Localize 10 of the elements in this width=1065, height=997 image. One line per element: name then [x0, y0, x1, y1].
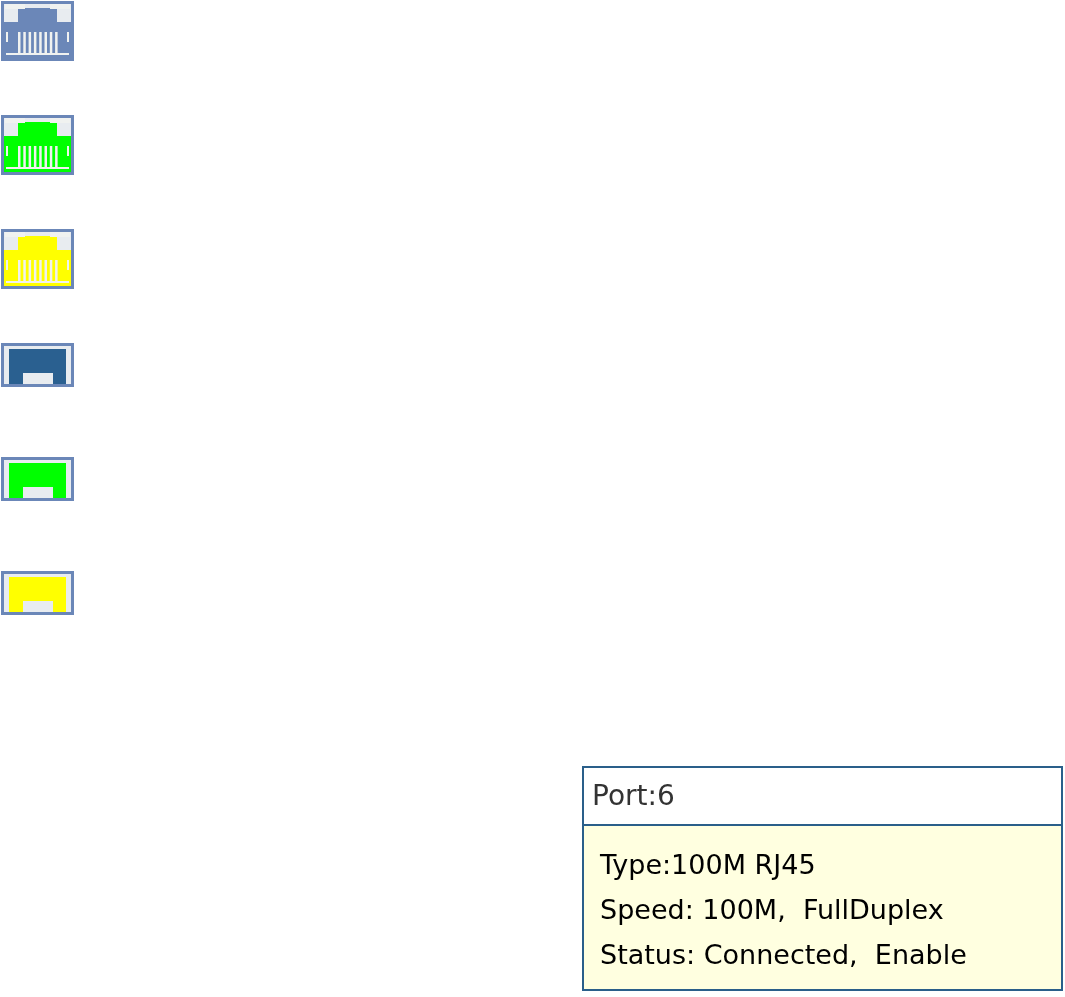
fiber-port-icon: [0, 570, 75, 616]
ethernet-port-icon: [0, 114, 75, 176]
fiber-port-icon: [0, 342, 75, 388]
ethernet-port-icon: [0, 0, 75, 62]
tooltip-line: Speed: 100M, FullDuplex: [600, 893, 945, 927]
tooltip-line: Type:100M RJ45: [600, 848, 817, 882]
tooltip-title: Port:6: [584, 768, 1061, 826]
fiber-port-icon: [0, 456, 75, 502]
tooltip-line: Status: Connected, Enable: [600, 938, 968, 972]
ethernet-port-icon: [0, 228, 75, 290]
